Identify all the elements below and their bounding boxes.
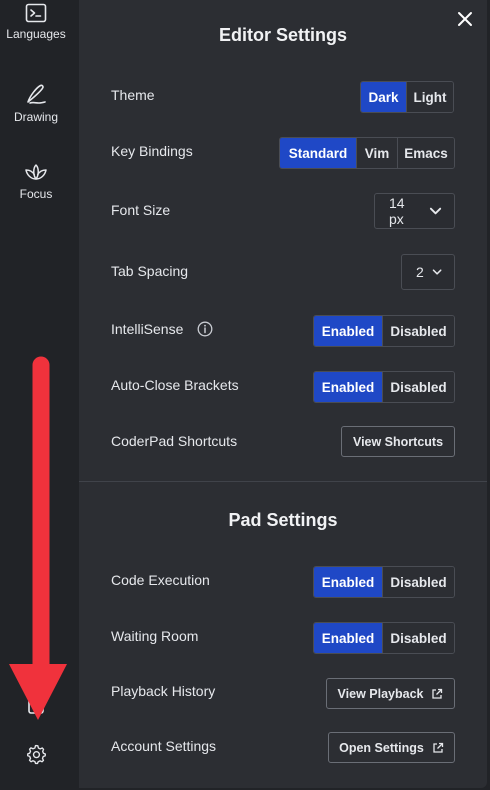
left-sidebar: Languages Drawing Focus (0, 0, 72, 790)
clipboard-icon (28, 694, 44, 714)
terminal-icon (25, 3, 47, 23)
intellisense-enabled-option[interactable]: Enabled (314, 316, 382, 346)
shortcuts-label-text: CoderPad Shortcuts (111, 433, 238, 449)
account-label: Account Settings (111, 738, 216, 754)
sidebar-item-clipboard[interactable] (0, 693, 72, 715)
open-settings-label: Open Settings (339, 740, 424, 755)
intellisense-label-text: IntelliSense (111, 321, 184, 337)
theme-light-option[interactable]: Light (406, 82, 453, 112)
auto-close-label: Auto-Close Brackets (111, 377, 239, 393)
key-bindings-label-text: Key Bindings (111, 143, 193, 159)
code-execution-toggle: Enabled Disabled (313, 566, 455, 598)
external-link-icon (433, 742, 444, 753)
open-settings-button[interactable]: Open Settings (328, 732, 455, 763)
waiting-room-disabled-option[interactable]: Disabled (382, 623, 454, 653)
theme-label: Theme (111, 87, 155, 103)
editor-settings-title: Editor Settings (218, 25, 347, 45)
key-bindings-toggle: Standard Vim Emacs (279, 137, 455, 169)
pad-settings-title: Pad Settings (228, 510, 338, 530)
font-size-label-text: Font Size (111, 202, 171, 218)
theme-dark-option[interactable]: Dark (361, 82, 406, 112)
settings-button[interactable] (0, 743, 72, 765)
lotus-icon (25, 164, 47, 180)
shortcuts-label: CoderPad Shortcuts (111, 433, 237, 449)
auto-close-label-text: Auto-Close Brackets (111, 377, 239, 393)
theme-label-text: Theme (111, 87, 155, 103)
code-execution-label-text: Code Execution (111, 572, 210, 588)
sidebar-item-label: Focus (19, 187, 53, 201)
playback-label: Playback History (111, 683, 215, 699)
waiting-room-enabled-option[interactable]: Enabled (314, 623, 382, 653)
sidebar-item-label: Drawing (13, 110, 58, 124)
font-size-value: 14 px (389, 195, 405, 227)
playback-label-text: Playback History (111, 683, 216, 699)
sidebar-item-focus[interactable]: Focus (0, 163, 72, 201)
intellisense-label: IntelliSense (111, 321, 213, 337)
tab-spacing-select[interactable]: 2 (401, 254, 455, 290)
chevron-down-icon (432, 269, 442, 275)
auto-close-toggle: Enabled Disabled (313, 371, 455, 403)
section-divider (79, 481, 487, 482)
waiting-room-label: Waiting Room (111, 628, 198, 644)
auto-close-disabled-option[interactable]: Disabled (382, 372, 454, 402)
tab-spacing-value: 2 (416, 264, 424, 280)
external-link-icon (432, 688, 443, 699)
key-bindings-label: Key Bindings (111, 143, 193, 159)
code-execution-disabled-option[interactable]: Disabled (382, 567, 454, 597)
theme-toggle: Dark Light (360, 81, 454, 113)
key-bindings-vim-option[interactable]: Vim (356, 138, 397, 168)
gear-icon (27, 744, 47, 765)
chevron-down-icon (429, 207, 442, 215)
pen-icon (27, 84, 46, 104)
settings-panel: Editor Settings Theme Dark Light Key Bin… (79, 0, 487, 788)
tab-spacing-label-text: Tab Spacing (111, 263, 189, 279)
font-size-label: Font Size (111, 202, 170, 218)
waiting-room-label-text: Waiting Room (111, 628, 199, 644)
waiting-room-toggle: Enabled Disabled (313, 622, 455, 654)
view-playback-button[interactable]: View Playback (326, 678, 455, 709)
sidebar-item-drawing[interactable]: Drawing (0, 82, 72, 124)
tab-spacing-label: Tab Spacing (111, 263, 188, 279)
key-bindings-emacs-option[interactable]: Emacs (397, 138, 454, 168)
view-shortcuts-button[interactable]: View Shortcuts (341, 426, 455, 457)
key-bindings-standard-option[interactable]: Standard (280, 138, 356, 168)
sidebar-item-label: Languages (6, 27, 66, 41)
code-execution-label: Code Execution (111, 572, 210, 588)
account-label-text: Account Settings (111, 738, 217, 754)
sidebar-item-languages[interactable]: Languages (0, 3, 72, 41)
font-size-select[interactable]: 14 px (374, 193, 455, 229)
code-execution-enabled-option[interactable]: Enabled (314, 567, 382, 597)
info-icon[interactable] (197, 321, 213, 337)
auto-close-enabled-option[interactable]: Enabled (314, 372, 382, 402)
intellisense-toggle: Enabled Disabled (313, 315, 455, 347)
intellisense-disabled-option[interactable]: Disabled (382, 316, 454, 346)
view-playback-label: View Playback (337, 686, 424, 701)
